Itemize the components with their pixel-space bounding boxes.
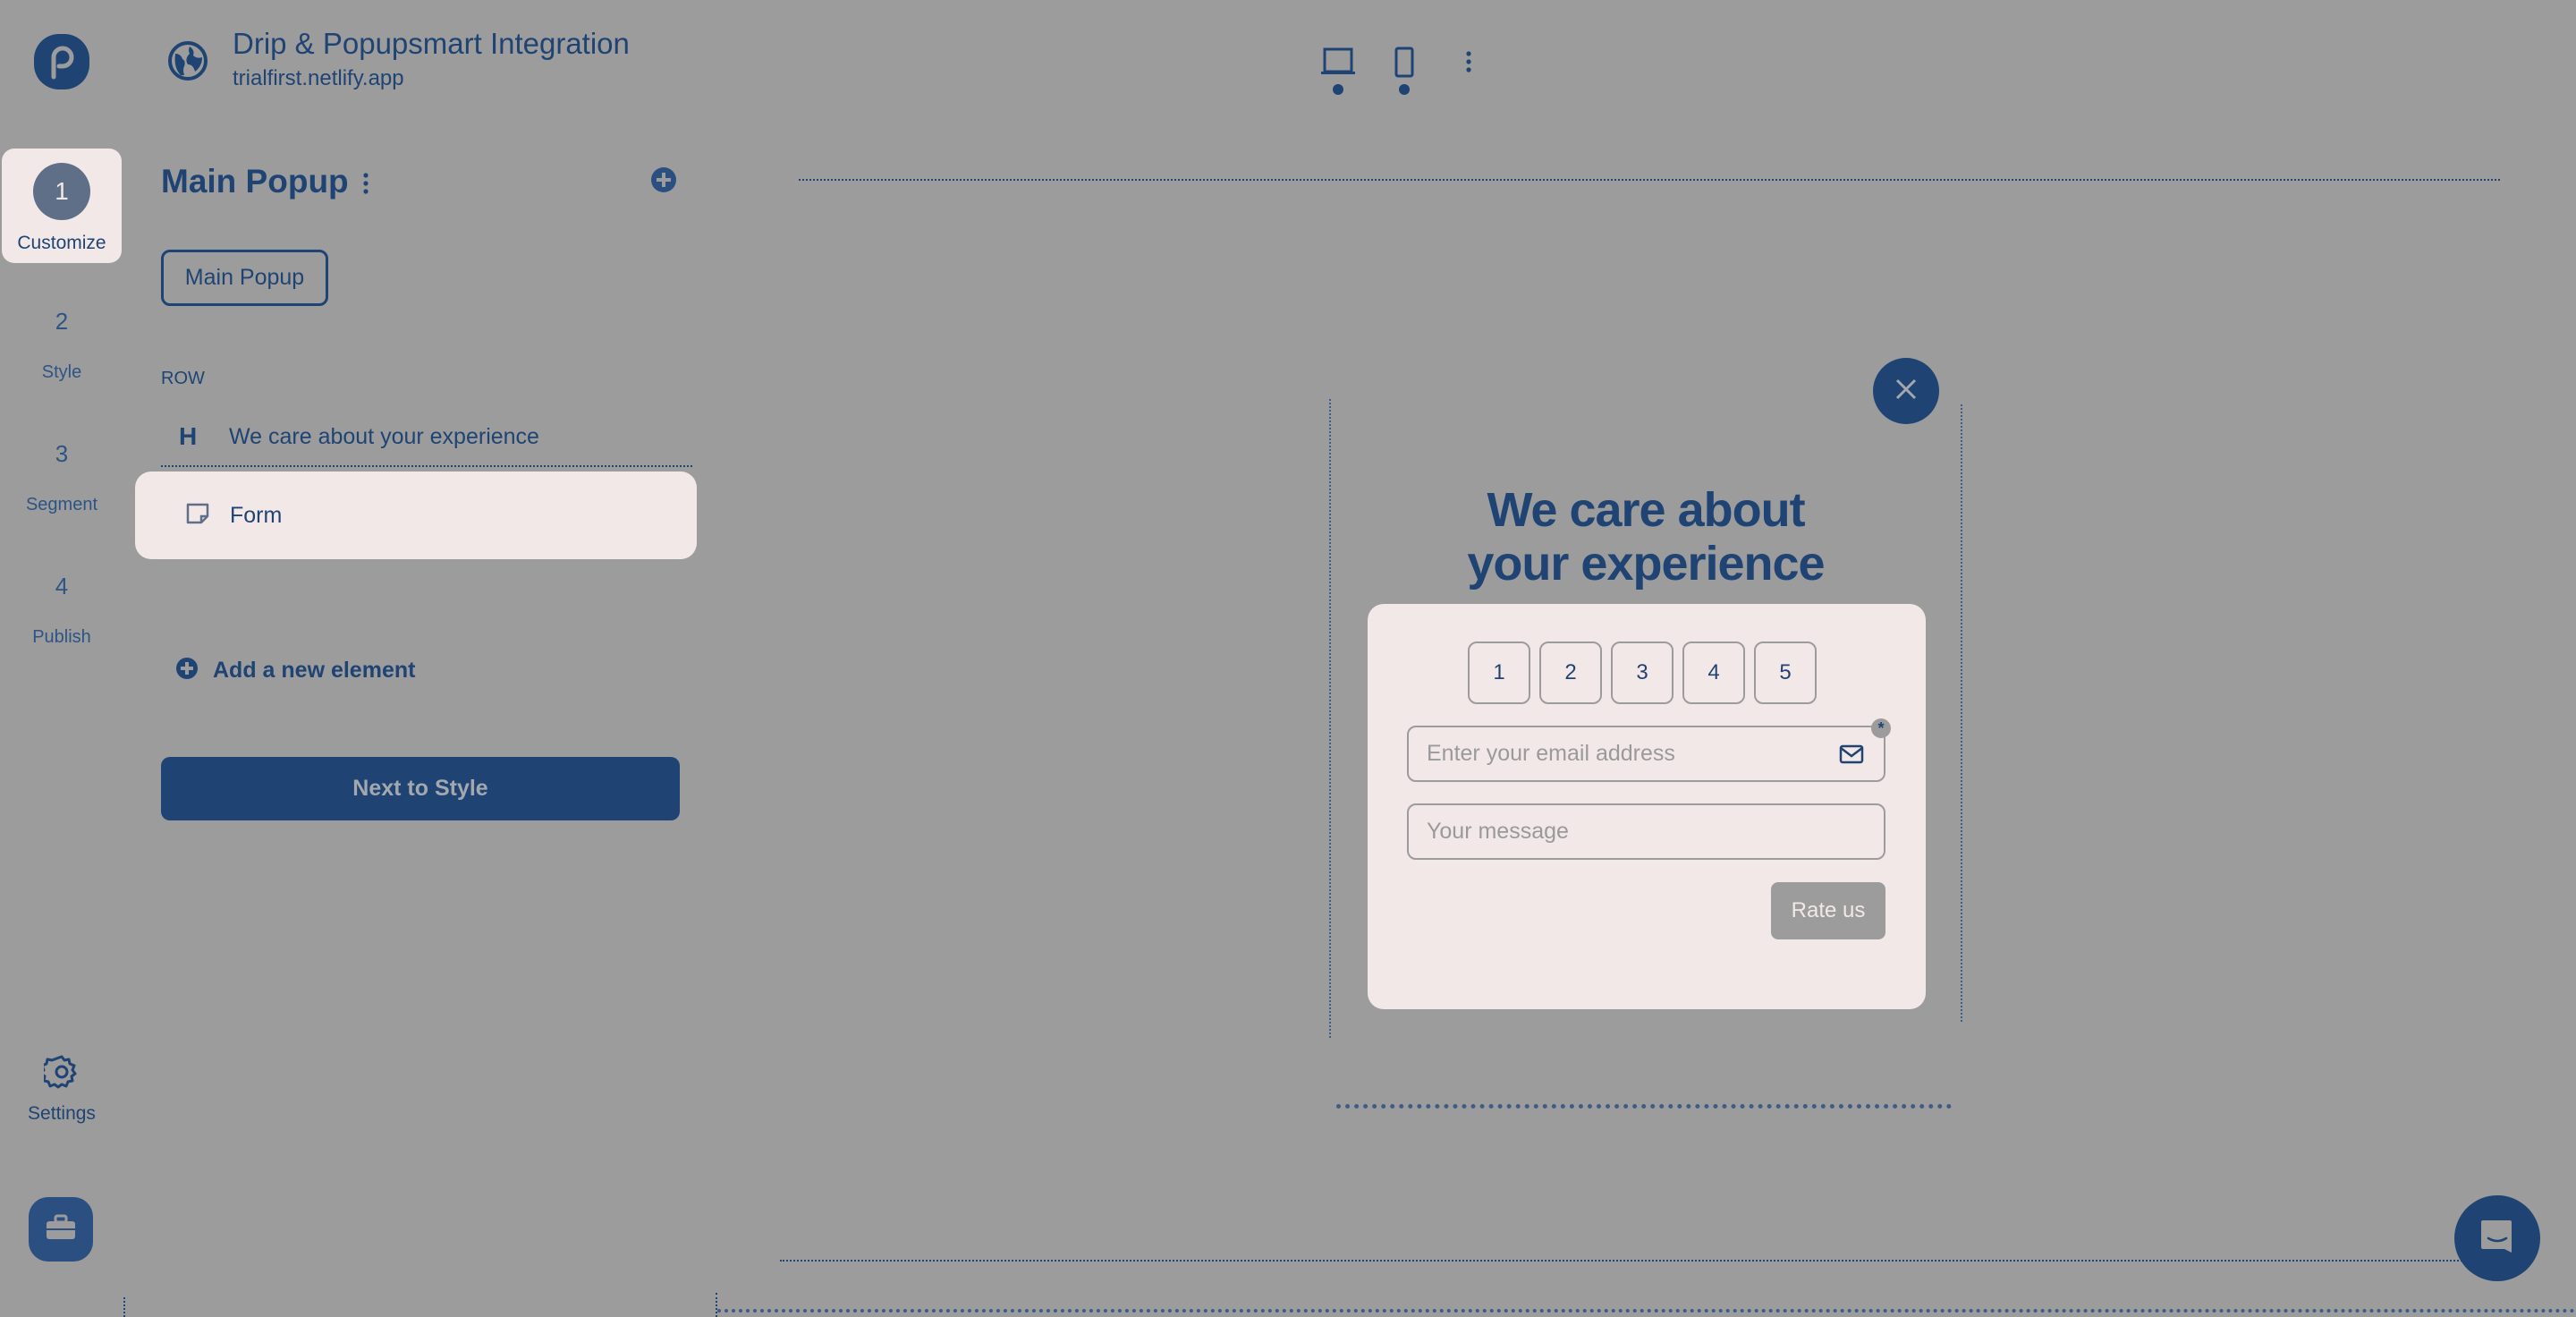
canvas-scrollbar-track xyxy=(717,1309,2576,1313)
next-to-style-button[interactable]: Next to Style xyxy=(161,757,680,820)
rail-divider xyxy=(123,1297,125,1317)
desktop-view-button[interactable] xyxy=(1320,45,1356,98)
popup-heading-line: your experience xyxy=(1467,537,1825,591)
element-label: Form xyxy=(230,502,283,528)
site-title: Drip & Popupsmart Integration xyxy=(233,27,630,60)
step-segment[interactable]: 3 Segment xyxy=(0,440,123,515)
element-heading[interactable]: H We care about your experience xyxy=(179,421,698,453)
settings-button[interactable]: Settings xyxy=(0,1054,123,1125)
step-number: 1 xyxy=(33,163,90,220)
panel-options-button[interactable] xyxy=(360,172,372,195)
popup-close-button[interactable] xyxy=(1873,358,1939,424)
chat-support-button[interactable] xyxy=(2454,1195,2540,1281)
drop-indicator xyxy=(161,465,692,467)
rating-option-2[interactable]: 2 xyxy=(1539,642,1602,704)
mobile-icon xyxy=(1386,47,1422,102)
add-step-button[interactable] xyxy=(650,166,677,193)
popup-outline-bottom xyxy=(1336,1104,1952,1109)
briefcase-button[interactable] xyxy=(29,1197,93,1262)
element-label: We care about your experience xyxy=(229,423,539,449)
element-form[interactable]: Form xyxy=(135,472,697,559)
rating-option-3[interactable]: 3 xyxy=(1611,642,1674,704)
main-popup-chip[interactable]: Main Popup xyxy=(161,250,328,306)
rating-option-5[interactable]: 5 xyxy=(1754,642,1817,704)
form-icon xyxy=(185,502,210,530)
email-input[interactable] xyxy=(1427,727,1884,780)
step-style[interactable]: 2 Style xyxy=(0,308,123,383)
rating-option-4[interactable]: 4 xyxy=(1682,642,1745,704)
canvas-left-border xyxy=(716,1293,717,1317)
popup-outline-left xyxy=(1329,399,1331,1038)
envelope-icon xyxy=(1839,744,1864,764)
desktop-icon xyxy=(1320,47,1356,102)
step-number: 4 xyxy=(55,573,69,599)
rating-option-1[interactable]: 1 xyxy=(1468,642,1530,704)
message-field[interactable] xyxy=(1407,803,1885,860)
plus-circle-icon xyxy=(175,657,199,684)
gear-icon xyxy=(39,1054,80,1094)
step-publish[interactable]: 4 Publish xyxy=(0,573,123,648)
row-label: ROW xyxy=(161,369,205,388)
step-label: Style xyxy=(41,362,82,382)
step-label: Segment xyxy=(25,495,98,514)
step-number: 3 xyxy=(55,440,69,467)
step-label: Customize xyxy=(17,233,106,253)
step-number: 2 xyxy=(55,308,69,335)
popup-heading[interactable]: We care about your experience xyxy=(1368,483,1923,591)
step-label: Publish xyxy=(32,627,91,647)
globe-icon xyxy=(166,39,209,82)
rating-scale: 1 2 3 4 5 xyxy=(1468,642,1817,704)
plus-circle-icon xyxy=(650,167,677,197)
briefcase-icon xyxy=(45,1214,77,1245)
more-options-button[interactable] xyxy=(1462,50,1476,73)
email-field[interactable] xyxy=(1407,726,1885,782)
settings-label: Settings xyxy=(28,1103,96,1124)
add-new-element-button[interactable]: Add a new element xyxy=(175,657,415,684)
message-input[interactable] xyxy=(1427,805,1884,858)
kebab-menu-icon xyxy=(1462,51,1476,77)
required-marker: * xyxy=(1871,718,1891,738)
canvas-bottom-border xyxy=(780,1260,2479,1262)
kebab-menu-icon xyxy=(360,173,372,199)
step-customize[interactable]: 1 Customize xyxy=(2,149,122,263)
mobile-view-button[interactable] xyxy=(1386,45,1422,98)
popup-outline-right xyxy=(1961,404,1962,1022)
popup-heading-line: We care about xyxy=(1487,483,1805,537)
panel-title: Main Popup xyxy=(161,163,349,200)
add-element-label: Add a new element xyxy=(213,658,416,683)
close-icon xyxy=(1893,376,1919,407)
canvas-top-border xyxy=(799,179,2500,181)
popupsmart-logo[interactable] xyxy=(32,32,91,91)
rate-us-button[interactable]: Rate us xyxy=(1771,882,1885,939)
heading-icon: H xyxy=(179,422,198,450)
site-url[interactable]: trialfirst.netlify.app xyxy=(233,66,404,91)
chat-icon xyxy=(2478,1217,2517,1261)
